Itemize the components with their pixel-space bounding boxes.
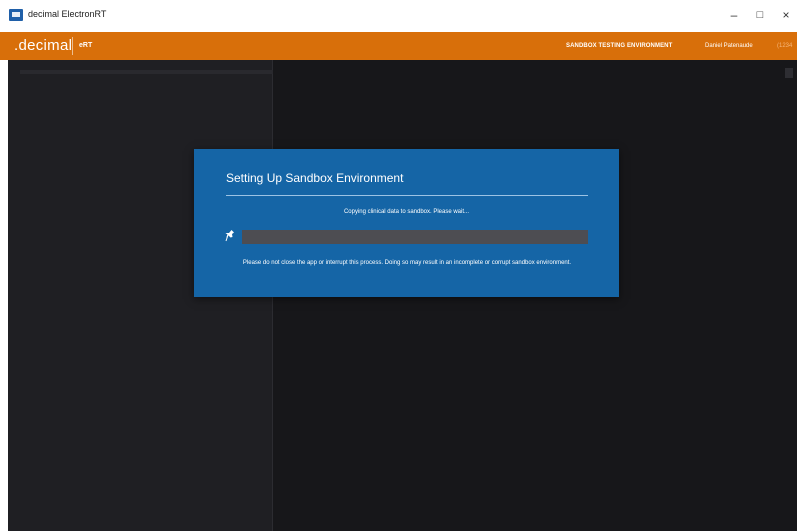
product-name: eRT xyxy=(79,42,93,49)
close-button[interactable]: × xyxy=(778,8,794,22)
maximize-button[interactable]: □ xyxy=(752,8,768,22)
left-panel-header xyxy=(20,70,276,74)
dialog-warning-text: Please do not close the app or interrupt… xyxy=(242,260,572,266)
environment-label: SANDBOX TESTING ENVIRONMENT xyxy=(566,43,673,49)
user-name[interactable]: Daniel Patenaude xyxy=(705,43,753,49)
app-header: .decimal eRT SANDBOX TESTING ENVIRONMENT… xyxy=(0,32,797,60)
sandbox-setup-dialog: Setting Up Sandbox Environment Copying c… xyxy=(194,149,619,297)
header-divider xyxy=(72,37,73,55)
left-edge xyxy=(0,60,8,531)
panel-toggle-icon[interactable] xyxy=(785,68,793,78)
window-title: decimal ElectronRT xyxy=(28,9,107,19)
app-logo-icon xyxy=(9,9,23,21)
progress-bar xyxy=(242,230,588,244)
user-id: (1234 xyxy=(777,43,793,49)
decimal-logo: .decimal xyxy=(14,37,73,54)
app-window: decimal ElectronRT – □ × .decimal eRT SA… xyxy=(0,0,797,531)
minimize-button[interactable]: – xyxy=(726,8,742,22)
pin-icon xyxy=(225,230,234,242)
dialog-divider xyxy=(226,195,588,196)
dialog-title: Setting Up Sandbox Environment xyxy=(226,171,404,185)
title-bar: decimal ElectronRT – □ × xyxy=(0,0,797,32)
dialog-status-text: Copying clinical data to sandbox. Please… xyxy=(343,209,470,215)
